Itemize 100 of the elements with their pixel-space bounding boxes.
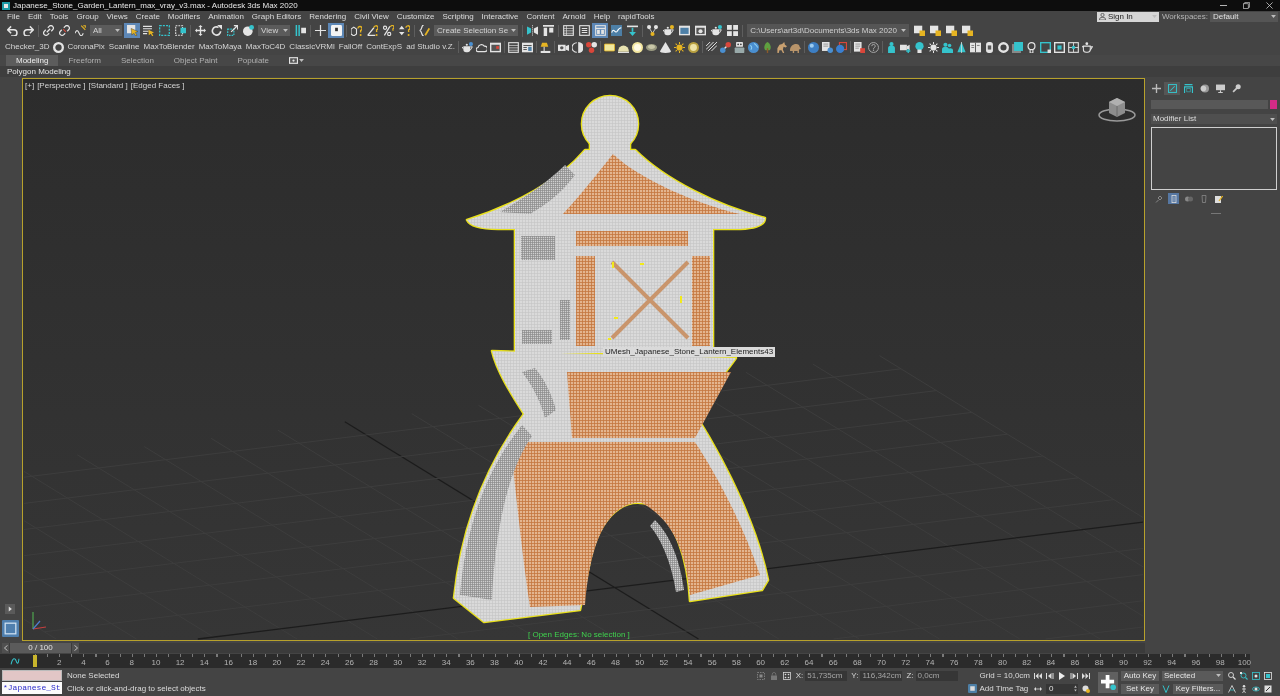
toolbar-dropdown[interactable]: All xyxy=(90,25,122,36)
menu-item[interactable]: Scripting xyxy=(438,11,478,22)
open-triangle-icon[interactable] xyxy=(1228,684,1236,693)
curve-editor-button[interactable] xyxy=(608,23,625,38)
project-path-dropdown[interactable]: C:\Users\art3d\Documents\3ds Max 2020 xyxy=(747,24,909,37)
menu-item[interactable]: Animation xyxy=(204,11,248,22)
schematic-view-button[interactable] xyxy=(624,23,641,38)
sphere-light-button[interactable] xyxy=(630,39,645,55)
ribbon-tab[interactable]: Freeform xyxy=(58,55,111,66)
cluster-tool-button[interactable] xyxy=(584,39,599,55)
help-button[interactable] xyxy=(866,39,881,55)
pin-stack-button[interactable] xyxy=(1153,193,1164,204)
menu-item[interactable]: File xyxy=(3,11,24,22)
project-folder-button[interactable] xyxy=(911,23,928,38)
select-object-button[interactable] xyxy=(124,23,140,38)
light-tool-button[interactable] xyxy=(912,39,927,55)
rectangular-region-button[interactable] xyxy=(156,23,172,38)
dice-icon[interactable] xyxy=(782,671,791,680)
script-button[interactable]: MaxToC4D xyxy=(243,40,288,54)
object-color-swatch[interactable] xyxy=(1270,100,1277,109)
v-shape-icon[interactable] xyxy=(1162,684,1170,693)
sign-in-dropdown[interactable]: Sign In xyxy=(1096,11,1159,22)
corona-tool-button[interactable] xyxy=(51,39,66,55)
script-button[interactable]: Checker_3D xyxy=(3,40,52,54)
script-button[interactable]: CoronaPix xyxy=(65,40,107,54)
ribbon-panel-title[interactable]: Polygon Modeling xyxy=(7,66,71,77)
menu-item[interactable]: Group xyxy=(72,11,103,22)
current-frame-field[interactable]: 0 xyxy=(1046,683,1078,694)
slate-material-editor-button[interactable] xyxy=(660,23,677,38)
expand-arrow-icon[interactable] xyxy=(5,604,15,614)
material-editor-button[interactable] xyxy=(644,23,661,38)
frame-tool-button[interactable] xyxy=(1038,39,1053,55)
material-sphere-button[interactable] xyxy=(806,39,821,55)
window-crossing-button[interactable] xyxy=(172,23,188,38)
render-button[interactable] xyxy=(708,23,725,38)
bind-to-space-warp-button[interactable] xyxy=(72,23,88,38)
layer-explorer-button[interactable] xyxy=(576,23,593,38)
undo-button[interactable] xyxy=(4,23,20,38)
select-by-name-button[interactable] xyxy=(140,23,156,38)
viewport-label[interactable]: [Standard ] xyxy=(88,81,128,90)
disc-badge-icon[interactable] xyxy=(1082,684,1090,693)
set-key-button[interactable]: Set Key xyxy=(1121,683,1159,694)
spot-light-button[interactable] xyxy=(658,39,673,55)
half-light-button[interactable] xyxy=(570,39,585,55)
sunlight-tool-button[interactable] xyxy=(926,39,941,55)
angle-snap-toggle-button[interactable] xyxy=(364,23,380,38)
menu-item[interactable]: Tools xyxy=(45,11,73,22)
align-button[interactable] xyxy=(540,23,557,38)
play-icon[interactable] xyxy=(1058,671,1066,680)
ribbon-tab[interactable]: Selection xyxy=(110,55,164,66)
menu-item[interactable]: rapidTools xyxy=(614,11,659,22)
ring-tool-button[interactable] xyxy=(996,39,1011,55)
select-and-manipulate-button[interactable] xyxy=(312,23,328,38)
light-outline-tool-button[interactable] xyxy=(1024,39,1039,55)
set-keys-button[interactable] xyxy=(1098,671,1118,693)
particle-tool-button[interactable] xyxy=(718,39,733,55)
stick-figure-icon[interactable] xyxy=(1240,684,1248,693)
move-button[interactable] xyxy=(192,23,208,38)
toolbar-dropdown[interactable]: View xyxy=(258,25,290,36)
cross-box-tool-button[interactable] xyxy=(1066,39,1081,55)
spinner-arrows-icon[interactable] xyxy=(1074,685,1077,692)
listener-output-field[interactable]: *Japanese_St xyxy=(2,682,62,694)
viewport-label[interactable]: [Perspective ] xyxy=(37,81,86,90)
time-slider-thumb[interactable]: 0 / 100 xyxy=(10,642,71,653)
list-window-button[interactable] xyxy=(506,39,521,55)
script-button[interactable]: ClassicVRMl xyxy=(287,40,337,54)
menu-item[interactable]: Views xyxy=(102,11,132,22)
keyboard-shortcut-override-button[interactable] xyxy=(328,23,344,38)
menu-item[interactable]: Content xyxy=(522,11,559,22)
dashed-square-dot-icon[interactable] xyxy=(756,671,765,680)
unlink-button[interactable] xyxy=(56,23,72,38)
menu-item[interactable]: Help xyxy=(589,11,615,22)
viewcube-icon[interactable] xyxy=(1098,96,1136,122)
square-dot-icon[interactable] xyxy=(1252,671,1260,680)
ribbon-options-button[interactable] xyxy=(287,55,306,66)
modifier-stack-list[interactable] xyxy=(1151,127,1277,190)
curve-graph-icon[interactable] xyxy=(10,656,20,666)
robot-tool-button[interactable] xyxy=(732,39,747,55)
viewport-label[interactable]: [+] xyxy=(25,81,35,90)
menu-item[interactable]: Arnold xyxy=(558,11,590,22)
script-button[interactable]: MaxToMaya xyxy=(196,40,244,54)
framed-square-tool-button[interactable] xyxy=(1052,39,1067,55)
previous-frame-icon[interactable] xyxy=(1046,671,1054,680)
add-time-tag-link[interactable]: Add Time Tag xyxy=(979,684,1029,693)
script-button[interactable]: ContExpS xyxy=(364,40,405,54)
go-to-end-icon[interactable] xyxy=(1082,671,1090,680)
spinner-snap-toggle-button[interactable] xyxy=(396,23,412,38)
double-arrow-icon[interactable] xyxy=(1034,684,1042,693)
script-button[interactable]: MaxToBlender xyxy=(141,40,197,54)
menu-item[interactable]: Modifiers xyxy=(163,11,205,22)
auto-key-button[interactable]: Auto Key xyxy=(1121,670,1159,681)
teapot-outline-tool-button[interactable] xyxy=(1080,39,1095,55)
teapot-tool-button[interactable] xyxy=(460,39,475,55)
render-in-cloud-button[interactable] xyxy=(724,23,741,38)
menu-item[interactable]: Rendering xyxy=(305,11,351,22)
modifier-list-dropdown[interactable]: Modifier List xyxy=(1151,114,1277,124)
key-filters-button[interactable]: Key Filters... xyxy=(1173,683,1223,694)
eye-icon[interactable] xyxy=(1252,684,1260,693)
project-folder-button[interactable] xyxy=(927,23,944,38)
project-folder-button[interactable] xyxy=(943,23,960,38)
